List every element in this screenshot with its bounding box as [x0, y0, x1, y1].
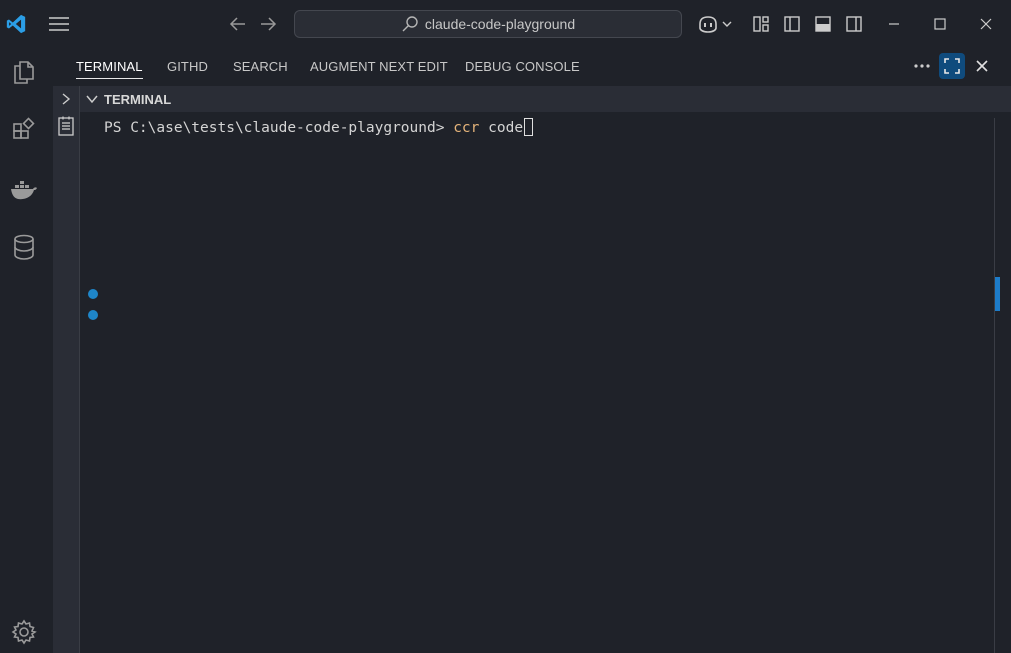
maximize-panel-icon[interactable] — [939, 53, 965, 79]
search-icon — [401, 15, 419, 33]
chevron-right-icon[interactable] — [61, 92, 71, 106]
toggle-secondary-sidebar-icon[interactable] — [842, 12, 866, 36]
settings-gear-icon[interactable] — [8, 616, 40, 648]
search-text: claude-code-playground — [424, 16, 576, 32]
panel-side-strip — [53, 86, 80, 653]
prompt-text: PS C:\ase\tests\claude-code-playground> — [104, 120, 454, 136]
docker-icon[interactable] — [8, 174, 40, 206]
tab-terminal[interactable]: TERMINAL — [76, 59, 143, 79]
menu-icon[interactable] — [46, 12, 72, 36]
close-window-icon[interactable] — [974, 12, 998, 36]
panel-tab-bar: TERMINAL GITHD SEARCH AUGMENT NEXT EDIT … — [53, 48, 1011, 86]
chevron-down-icon — [722, 20, 732, 28]
toggle-primary-sidebar-icon[interactable] — [780, 12, 804, 36]
command-decoration-dot[interactable] — [88, 289, 98, 299]
minimize-icon[interactable] — [882, 12, 906, 36]
copilot-icon — [697, 15, 719, 33]
forward-arrow-icon[interactable] — [256, 12, 280, 36]
copilot-menu-button[interactable] — [694, 12, 734, 36]
terminal-prompt-line: PS C:\ase\tests\claude-code-playground> … — [104, 118, 534, 138]
activity-bar — [0, 48, 48, 653]
close-panel-icon[interactable] — [970, 54, 994, 78]
scrollbar-position-marker — [995, 277, 1000, 311]
back-arrow-icon[interactable] — [226, 12, 250, 36]
tab-search[interactable]: SEARCH — [233, 59, 288, 79]
toggle-panel-icon[interactable] — [811, 12, 835, 36]
terminal-cursor — [524, 118, 534, 136]
command-args: code — [479, 120, 524, 136]
title-bar: claude-code-playground — [0, 0, 1011, 48]
explorer-icon[interactable] — [8, 56, 40, 88]
extensions-icon[interactable] — [8, 114, 40, 146]
maximize-icon[interactable] — [928, 12, 952, 36]
more-actions-icon[interactable] — [910, 54, 934, 78]
chevron-down-icon — [86, 94, 98, 104]
terminal-section-title: TERMINAL — [104, 92, 172, 107]
customize-layout-icon[interactable] — [749, 12, 773, 36]
tab-debug-console[interactable]: DEBUG CONSOLE — [465, 59, 580, 79]
command-decoration-dot[interactable] — [88, 310, 98, 320]
terminal-section-header[interactable]: TERMINAL — [80, 86, 1011, 112]
vscode-logo-icon — [4, 12, 28, 36]
command-center-search[interactable]: claude-code-playground — [294, 10, 682, 38]
terminal-scrollbar[interactable] — [994, 118, 1011, 653]
command-name: ccr — [453, 120, 480, 136]
tab-augment-next-edit[interactable]: AUGMENT NEXT EDIT — [310, 59, 448, 79]
tab-githd[interactable]: GITHD — [167, 59, 208, 79]
terminal-list-icon[interactable] — [57, 116, 75, 136]
terminal-view[interactable] — [80, 112, 994, 653]
database-icon[interactable] — [8, 231, 40, 263]
